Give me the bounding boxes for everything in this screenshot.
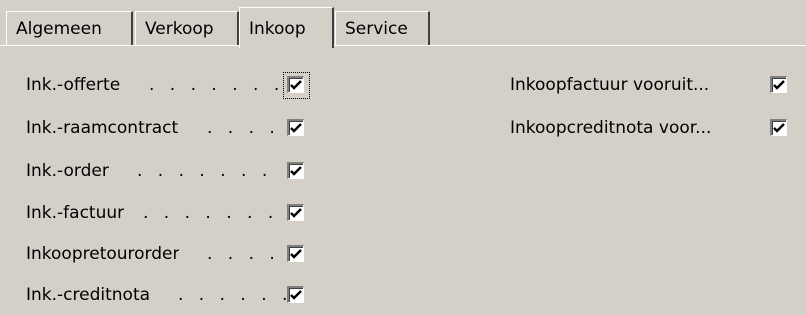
field-inkoopfactuur-vooruit: Inkoopfactuur vooruit... [510,70,795,100]
checkmark-icon [290,290,302,300]
tab-label: Verkoop [145,19,214,39]
leader-dots: . . . . . . . [149,75,285,95]
field-inkoopcreditnota-voor: Inkoopcreditnota voor... [510,113,795,143]
checkmark-icon [290,166,302,176]
field-ink-order: Ink.-order . . . . . . . [26,156,316,186]
ink-offerte-checkbox[interactable] [287,76,304,93]
leader-dots: . . . . . . [178,285,293,305]
field-label: Ink.-raamcontract [26,118,179,138]
checkmark-icon [773,123,785,133]
checkmark-icon [290,80,302,90]
leader-dots: . . . . . . . [137,161,273,181]
checkmark-icon [290,123,302,133]
field-ink-factuur: Ink.-factuur . . . . . . . [26,198,316,228]
tab-label: Algemeen [16,19,102,39]
field-label: Ink.-factuur [26,203,125,223]
inkoop-panel: Ink.-offerte . . . . . . . Ink.-raamcont… [0,46,806,315]
tab-verkoop[interactable]: Verkoop [135,11,239,46]
checkmark-icon [773,80,785,90]
field-label: Inkoopfactuur vooruit... [510,75,710,95]
field-inkoopretourorder: Inkoopretourorder . . . . [26,239,316,269]
tab-algemeen[interactable]: Algemeen [6,11,133,46]
inkoopfactuur-vooruit-checkbox[interactable] [770,76,787,93]
field-label: Ink.-offerte [26,75,121,95]
field-label: Ink.-creditnota [26,285,151,305]
field-ink-offerte: Ink.-offerte . . . . . . . [26,70,316,100]
inkoopcreditnota-voor-checkbox[interactable] [770,119,787,136]
tab-strip: Algemeen Verkoop Inkoop Service [0,0,806,48]
checkmark-icon [290,249,302,259]
field-ink-raamcontract: Ink.-raamcontract . . . . [26,113,316,143]
leader-dots: . . . . [207,244,280,264]
field-ink-creditnota: Ink.-creditnota . . . . . . [26,280,316,310]
leader-dots: . . . . [207,118,280,138]
ink-creditnota-checkbox[interactable] [287,286,304,303]
tab-inkoop[interactable]: Inkoop [239,7,334,48]
tab-label: Service [345,19,408,39]
field-label: Inkoopretourorder [26,244,180,264]
tab-baseline [0,45,806,46]
checkmark-icon [290,208,302,218]
tab-service[interactable]: Service [335,11,430,46]
ink-raamcontract-checkbox[interactable] [287,119,304,136]
field-label: Inkoopcreditnota voor... [510,118,712,138]
leader-dots: . . . . . . . [143,203,279,223]
tab-label: Inkoop [249,19,306,39]
field-label: Ink.-order [26,161,109,181]
inkoopretourorder-checkbox[interactable] [287,245,304,262]
ink-order-checkbox[interactable] [287,162,304,179]
ink-factuur-checkbox[interactable] [287,204,304,221]
